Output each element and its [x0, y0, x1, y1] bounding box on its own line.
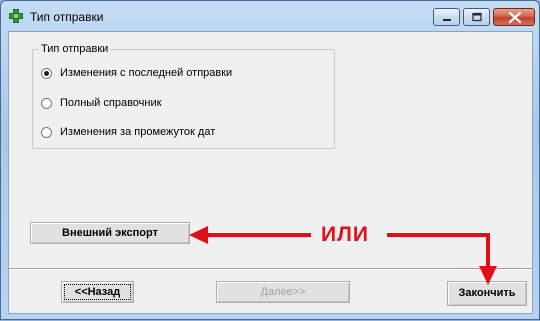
dialog-window: Тип отправки Тип отправки Изменения с по…: [0, 0, 540, 320]
annotation-arrows: [189, 226, 497, 285]
arrow-left-head-icon: [189, 226, 208, 244]
annotation-or-label: ИЛИ: [321, 223, 369, 246]
arrow-down-head-icon: [479, 266, 497, 285]
arrow-down-shaft: [387, 233, 490, 269]
